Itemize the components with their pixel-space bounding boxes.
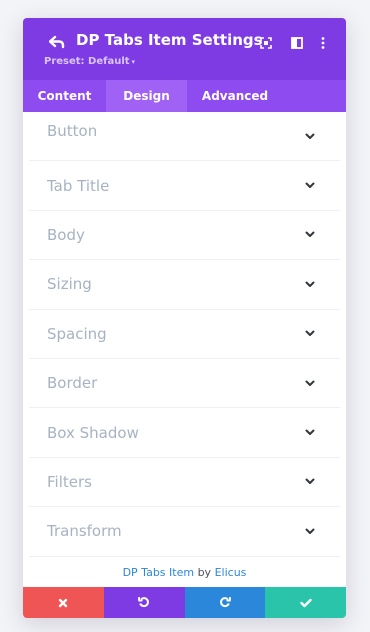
preset-selector[interactable]: Preset: Default ▾ (44, 56, 135, 67)
credit-by: by (197, 566, 212, 579)
chevron-down-icon (304, 182, 316, 190)
toggle-group-spacing[interactable]: Spacing (29, 310, 340, 359)
group-label: Transform (47, 522, 122, 541)
modal-header: DP Tabs Item Settings Preset: Default ▾ (23, 18, 346, 80)
preset-label: Preset: Default (44, 56, 130, 67)
tab-design[interactable]: Design (106, 80, 187, 112)
toggle-group-filters[interactable]: Filters (29, 458, 340, 508)
caret-down-icon: ▾ (131, 58, 136, 66)
toggle-group-box-shadow[interactable]: Box Shadow (29, 408, 340, 458)
undo-button[interactable] (103, 587, 185, 618)
settings-tabs: Content Design Advanced (23, 80, 346, 112)
more-dots-icon[interactable] (315, 35, 331, 51)
action-bar (23, 587, 346, 618)
toggle-group-transform[interactable]: Transform (29, 507, 340, 557)
chevron-down-icon (304, 527, 316, 535)
close-icon (58, 593, 68, 612)
toggle-group-sizing[interactable]: Sizing (29, 260, 340, 310)
chevron-down-icon (304, 429, 316, 437)
expand-icon[interactable] (258, 35, 274, 51)
option-groups: Button Tab Title Body Sizing Spacing Bor… (23, 112, 346, 557)
save-button[interactable] (265, 587, 346, 618)
modal-title: DP Tabs Item Settings (76, 31, 263, 49)
split-view-icon[interactable] (289, 35, 305, 51)
author-link[interactable]: Elicus (215, 566, 247, 579)
chevron-down-icon (304, 132, 316, 140)
redo-icon (219, 593, 231, 612)
group-label: Body (47, 225, 85, 244)
undo-icon (138, 593, 150, 612)
toggle-group-tab-title[interactable]: Tab Title (29, 161, 340, 211)
group-label: Sizing (47, 275, 92, 294)
group-label: Box Shadow (47, 423, 139, 442)
redo-button[interactable] (184, 587, 266, 618)
group-label: Spacing (47, 324, 107, 343)
toggle-group-body[interactable]: Body (29, 211, 340, 261)
toggle-group-border[interactable]: Border (29, 359, 340, 409)
check-icon (299, 593, 312, 612)
module-link[interactable]: DP Tabs Item (123, 566, 195, 579)
toggle-group-button[interactable]: Button (29, 112, 340, 162)
discard-button[interactable] (23, 587, 104, 618)
chevron-down-icon (304, 231, 316, 239)
chevron-down-icon (304, 379, 316, 387)
group-label: Filters (47, 472, 92, 491)
tab-content[interactable]: Content (23, 80, 106, 112)
back-arrow-icon[interactable] (47, 32, 67, 52)
group-label: Tab Title (47, 176, 110, 195)
group-label: Border (47, 374, 98, 393)
group-label: Button (47, 122, 98, 141)
module-credit: DP Tabs Item by Elicus (23, 566, 346, 586)
settings-modal: DP Tabs Item Settings Preset: Default▾ (23, 18, 346, 618)
tab-advanced[interactable]: Advanced (187, 80, 283, 112)
chevron-down-icon (304, 280, 316, 288)
chevron-down-icon (304, 330, 316, 338)
chevron-down-icon (304, 478, 316, 486)
